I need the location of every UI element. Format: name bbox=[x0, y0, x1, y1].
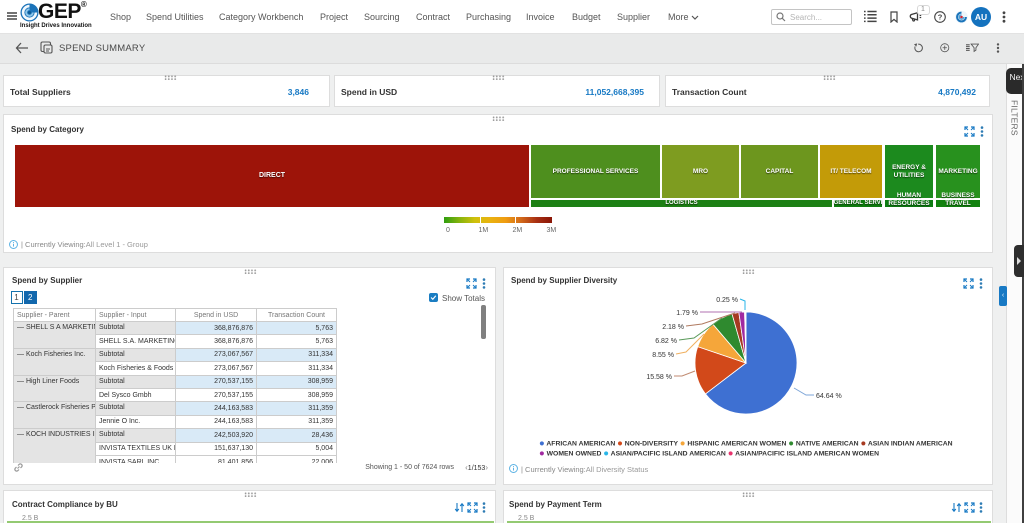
svg-text:8.55 %: 8.55 % bbox=[652, 352, 674, 359]
svg-text:1.79 %: 1.79 % bbox=[676, 310, 698, 317]
svg-text:2.18 %: 2.18 % bbox=[662, 324, 684, 331]
svg-text:15.58 %: 15.58 % bbox=[646, 374, 672, 381]
svg-text:?: ? bbox=[938, 13, 943, 22]
svg-text:6.82 %: 6.82 % bbox=[655, 338, 677, 345]
svg-text:64.64 %: 64.64 % bbox=[816, 393, 842, 400]
svg-text:0.25 %: 0.25 % bbox=[716, 297, 738, 304]
